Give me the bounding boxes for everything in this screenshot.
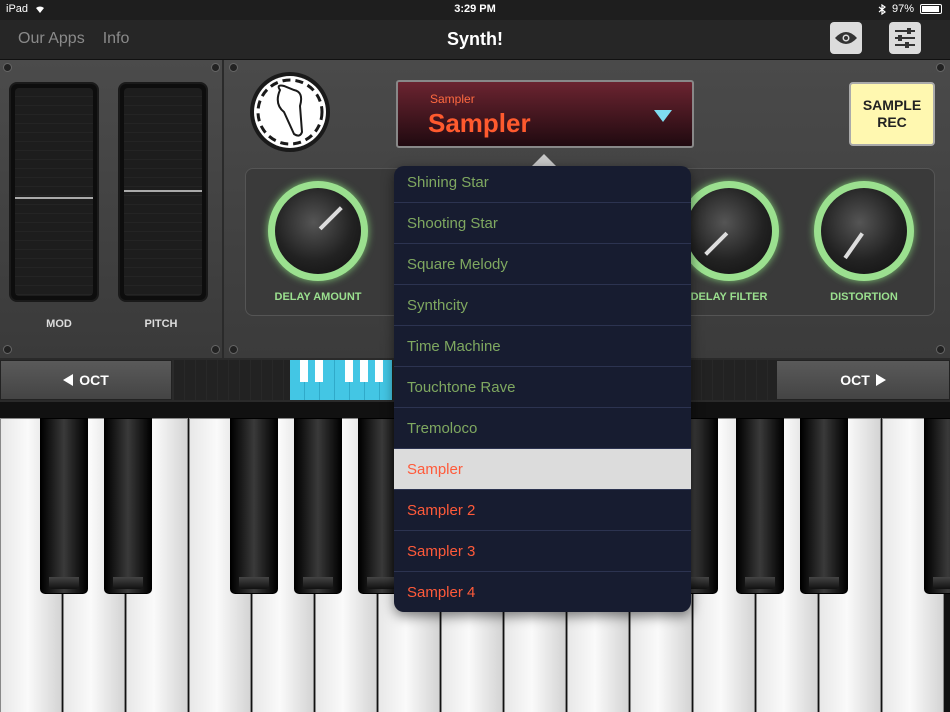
preset-dropdown: Shining Star Shooting Star Square Melody… [394, 166, 691, 612]
black-key[interactable] [294, 418, 342, 594]
minimap-selection[interactable] [290, 360, 392, 400]
screw-icon [229, 345, 238, 354]
dropdown-item[interactable]: Touchtone Rave [394, 367, 691, 408]
octave-down-button[interactable]: OCT [0, 360, 172, 400]
app-title: Synth! [447, 29, 503, 49]
eye-button[interactable] [830, 22, 862, 54]
sample-rec-line1: SAMPLE [862, 97, 922, 113]
black-key[interactable] [104, 418, 152, 594]
sample-rec-line2: REC [877, 114, 907, 130]
screw-icon [3, 63, 12, 72]
status-bar: iPad 3:29 PM 97% [0, 0, 950, 20]
dropdown-caret-icon [654, 110, 672, 122]
dropdown-item[interactable]: Shining Star [394, 166, 691, 203]
mod-label: MOD [46, 318, 72, 330]
mod-wheel[interactable] [9, 82, 99, 302]
black-key[interactable] [736, 418, 784, 594]
nav-bar: Our Apps Info Synth! [0, 20, 950, 60]
screw-icon [3, 345, 12, 354]
dropdown-item[interactable]: Shooting Star [394, 203, 691, 244]
wheel-panel: MOD PITCH [0, 60, 224, 358]
retronyms-logo-icon [254, 76, 326, 148]
screw-icon [936, 63, 945, 72]
preset-name: Sampler [428, 108, 531, 138]
preset-category: Sampler [430, 92, 475, 106]
retronyms-logo[interactable] [250, 72, 330, 152]
status-time: 3:29 PM [454, 3, 496, 15]
dropdown-item[interactable]: Tremoloco [394, 408, 691, 449]
left-arrow-icon [63, 374, 74, 386]
distortion-label: DISTORTION [830, 291, 898, 303]
delay-amount-knob[interactable] [268, 181, 368, 281]
screw-icon [211, 63, 220, 72]
battery-icon [920, 4, 942, 14]
dropdown-item[interactable]: Synthcity [394, 285, 691, 326]
black-key[interactable] [924, 418, 950, 594]
dropdown-item-selected[interactable]: Sampler [394, 449, 691, 490]
screw-icon [229, 63, 238, 72]
screw-icon [936, 345, 945, 354]
dropdown-item[interactable]: Sampler 4 [394, 572, 691, 612]
dropdown-item[interactable]: Sampler 3 [394, 531, 691, 572]
bluetooth-icon [878, 3, 886, 15]
mixer-sliders-icon [895, 28, 915, 48]
right-arrow-icon [875, 374, 886, 386]
black-key[interactable] [40, 418, 88, 594]
battery-percent: 97% [891, 3, 914, 15]
delay-amount-label: DELAY AMOUNT [274, 291, 362, 303]
dropdown-item[interactable]: Square Melody [394, 244, 691, 285]
screw-icon [211, 345, 220, 354]
dropdown-item[interactable]: Sampler 2 [394, 490, 691, 531]
octave-up-label: OCT [840, 372, 870, 388]
mixer-button[interactable] [889, 22, 921, 54]
pitch-wheel[interactable] [118, 82, 208, 302]
dropdown-item[interactable]: Time Machine [394, 326, 691, 367]
octave-up-button[interactable]: OCT [776, 360, 950, 400]
preset-selector[interactable]: Sampler Sampler [396, 80, 694, 148]
black-key[interactable] [230, 418, 278, 594]
delay-filter-knob[interactable] [679, 181, 779, 281]
eye-icon [835, 32, 857, 44]
black-key[interactable] [800, 418, 848, 594]
distortion-knob[interactable] [814, 181, 914, 281]
pitch-label: PITCH [144, 318, 178, 330]
octave-down-label: OCT [79, 372, 109, 388]
sample-rec-button[interactable]: SAMPLE REC [849, 82, 935, 146]
popover-arrow-icon [532, 154, 556, 166]
